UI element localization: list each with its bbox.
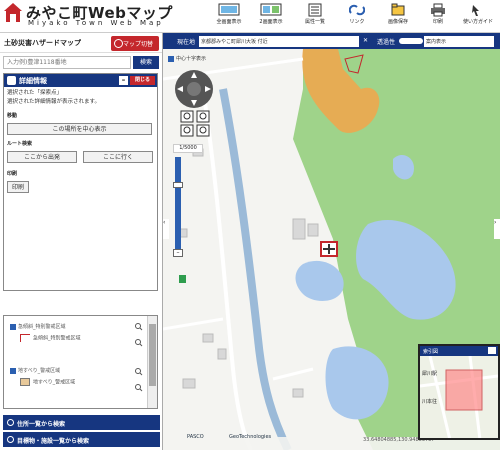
- checkbox-icon[interactable]: [168, 55, 174, 62]
- road-cross: [163, 317, 314, 381]
- legend-scrollbar[interactable]: [147, 316, 157, 408]
- detail-panel: 詳細情報 – 閉じる 選択された「探索点」 選択された詳細情報が表示されます。 …: [3, 73, 158, 291]
- split-screen-icon: [260, 3, 282, 16]
- image-save-button[interactable]: 画像保存: [380, 2, 416, 32]
- current-address-field[interactable]: 京都郡みやこ町犀川大坂 付近: [199, 36, 359, 47]
- guide-button[interactable]: 使い方ガイド: [460, 2, 496, 32]
- map-toolbar: 現在地 京都郡みやこ町犀川大坂 付近 ✕ 透過性 案内表示: [163, 33, 500, 49]
- legend-swatch-steep-slope: [20, 334, 30, 342]
- detail-panel-body: 選択された「探索点」 選択された詳細情報が表示されます。 移動 この場所を中心表…: [4, 87, 157, 195]
- right-expand-arrow[interactable]: ›: [494, 219, 500, 239]
- address-search-input[interactable]: [3, 56, 131, 69]
- attribution-geotech: GeoTechnologies: [229, 434, 272, 440]
- navigation-control[interactable]: [173, 69, 215, 139]
- move-section-label: 移動: [7, 113, 18, 119]
- print-section-label: 印刷: [7, 171, 18, 177]
- opacity-label: 透過性: [377, 39, 396, 46]
- overview-header: 索引図: [420, 346, 498, 356]
- legend-group-steep-slope[interactable]: 急傾斜_特別警戒区域: [10, 323, 66, 330]
- overview-title: 索引図: [423, 349, 439, 355]
- split-screen-button[interactable]: 2画面表示: [253, 2, 289, 32]
- legend-magnifier-icons[interactable]: [134, 322, 144, 400]
- split-screen-label: 2画面表示: [259, 19, 283, 25]
- sidebar-header: 土砂災害ハザードマップ マップ切替: [0, 33, 162, 53]
- map-switch-button[interactable]: マップ切替: [111, 36, 159, 51]
- close-address-icon[interactable]: ✕: [363, 37, 368, 44]
- image-save-icon: [391, 3, 405, 16]
- center-marker: [320, 241, 338, 257]
- main-road: [201, 88, 253, 450]
- legend-group-label: 地すべり_警戒区域: [18, 368, 61, 374]
- route-section-label: ルート検索: [7, 141, 33, 147]
- display-select[interactable]: 案内表示: [424, 36, 494, 47]
- center-here-button[interactable]: この場所を中心表示: [7, 123, 152, 135]
- detail-panel-title: 詳細情報: [19, 77, 47, 85]
- link-label: リンク: [349, 19, 365, 25]
- link-icon: [349, 4, 365, 16]
- close-panel-button[interactable]: 閉じる: [130, 76, 155, 85]
- center-crosshair-label: 中心十字表示: [176, 56, 207, 62]
- overview-minimize-icon[interactable]: [488, 347, 496, 354]
- fullscreen-label: 全画面表示: [216, 19, 242, 25]
- detail-info-line2: 選択された詳細情報が表示されます。: [7, 99, 100, 105]
- app-header: みやこ町Webマップ Miyako Town Web Map 全画面表示 2画面…: [0, 0, 500, 33]
- attribute-list-icon: [308, 3, 322, 17]
- layer-legend: 急傾斜_特別警戒区域 急傾斜_特別警戒区域 地すべり_警戒区域 地すべり_警戒区…: [3, 315, 158, 409]
- overview-station-label: 犀川駅: [422, 371, 438, 377]
- map-title: 土砂災害ハザードマップ: [4, 39, 81, 47]
- address-list-search-button[interactable]: 住所一覧から検索: [3, 415, 160, 430]
- left-expand-arrow[interactable]: ‹: [163, 219, 169, 239]
- landmark-list-search-button[interactable]: 目標物・施設一覧から検索: [3, 432, 160, 447]
- address-search: 検索: [0, 55, 162, 71]
- sidebar: 土砂災害ハザードマップ マップ切替 検索 詳細情報 – 閉じる 選択された「探索…: [0, 33, 163, 450]
- zoom-slider-handle[interactable]: [173, 182, 183, 188]
- scrollbar-thumb[interactable]: [149, 324, 156, 386]
- overview-map: 索引図 犀川駅 川本往: [418, 344, 500, 440]
- checkbox-icon[interactable]: [10, 367, 16, 374]
- attribute-list-label: 属性一覧: [304, 19, 325, 25]
- legend-group-label: 急傾斜_特別警戒区域: [18, 324, 66, 330]
- legend-item-steep-slope: 急傾斜_特別警戒区域: [20, 334, 81, 342]
- checkbox-icon[interactable]: [10, 323, 16, 330]
- guide-label: 使い方ガイド: [462, 19, 493, 25]
- zoom-out-button[interactable]: –: [173, 249, 183, 257]
- minimize-icon[interactable]: –: [119, 76, 128, 85]
- fullscreen-icon: [218, 3, 240, 16]
- legend-group-landslide[interactable]: 地すべり_警戒区域: [10, 367, 60, 374]
- legend-item-label: 急傾斜_特別警戒区域: [33, 335, 81, 342]
- print-label: 印刷: [432, 19, 443, 25]
- legend-item-label: 地すべり_警戒区域: [33, 379, 76, 386]
- image-save-label: 画像保存: [387, 19, 408, 25]
- route-buttons: ここから出発 ここに行く: [7, 149, 154, 165]
- detail-panel-header: 詳細情報 – 閉じる: [4, 74, 157, 87]
- current-location-label: 現在地: [177, 39, 196, 46]
- app-subtitle: Miyako Town Web Map: [28, 19, 164, 27]
- detail-info-line1: 選択された「探索点」: [7, 90, 63, 96]
- start-here-button[interactable]: ここから出発: [7, 151, 77, 163]
- overview-office-label: 川本往: [422, 399, 438, 405]
- town-logo-icon: [4, 3, 22, 22]
- overview-viewport[interactable]: [445, 369, 483, 411]
- legend-item-landslide: 地すべり_警戒区域: [20, 378, 75, 386]
- center-crosshair-toggle[interactable]: 中心十字表示: [168, 55, 206, 62]
- pond-west: [295, 260, 344, 301]
- info-icon: [7, 76, 16, 85]
- print-button[interactable]: 印刷: [420, 2, 456, 32]
- guide-icon: [472, 5, 479, 16]
- opacity-slider[interactable]: [399, 38, 423, 44]
- attribute-list-button[interactable]: 属性一覧: [297, 2, 333, 32]
- link-button[interactable]: リンク: [339, 2, 375, 32]
- map-scale-box: 1/5000: [173, 144, 203, 153]
- river: [219, 88, 292, 450]
- go-here-button[interactable]: ここに行く: [83, 151, 153, 163]
- print-icon: [431, 3, 445, 17]
- fullscreen-button[interactable]: 全画面表示: [211, 2, 247, 32]
- legend-swatch-landslide: [20, 378, 30, 386]
- facility-marker-icon: [179, 275, 186, 283]
- search-button[interactable]: 検索: [133, 56, 159, 69]
- attribution-pasco: PASCO: [187, 434, 204, 440]
- panel-print-button[interactable]: 印刷: [7, 181, 29, 193]
- zoom-slider[interactable]: [175, 157, 181, 257]
